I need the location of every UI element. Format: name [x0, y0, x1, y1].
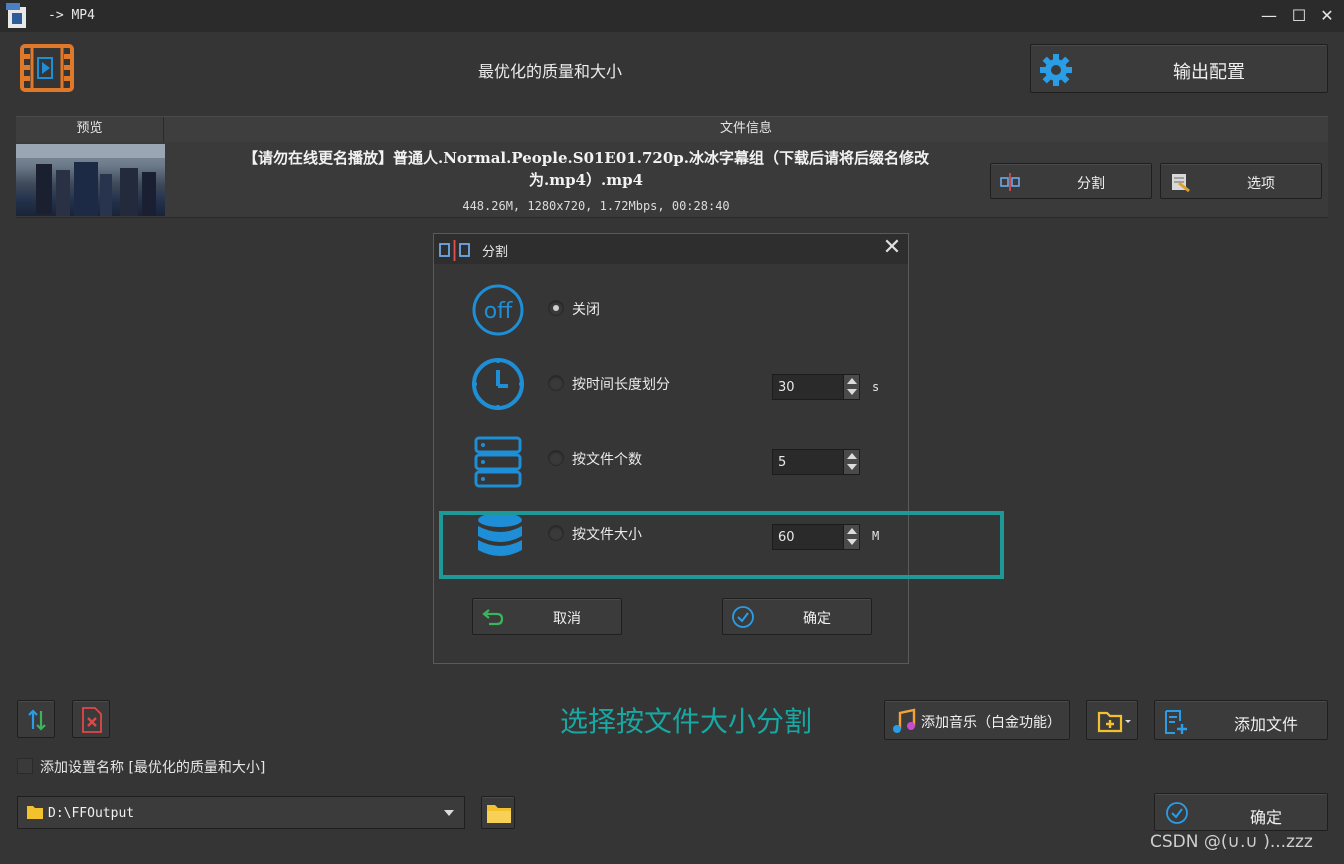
annotation-caption: 选择按文件大小分割 [560, 705, 813, 738]
app-icon [6, 3, 26, 28]
video-thumbnail [16, 144, 165, 216]
video-format-icon [20, 44, 74, 92]
radio-by-count[interactable] [548, 450, 564, 466]
check-circle-icon [732, 606, 754, 628]
option-label-by-count: 按文件个数 [572, 452, 642, 468]
file-name: 【请勿在线更名播放】普通人.Normal.People.S01E01.720p.… [243, 149, 929, 189]
add-file-label: 添加文件 [1233, 715, 1298, 734]
output-config-label: 输出配置 [1173, 62, 1245, 83]
add-folder-button[interactable] [1086, 700, 1138, 740]
cancel-button[interactable]: 取消 [472, 598, 622, 635]
undo-icon [482, 609, 504, 626]
output-config-button[interactable]: 输出配置 [1030, 44, 1328, 93]
dialog-title-bar: 分割 ✕ [434, 234, 908, 264]
server-stack-icon [474, 436, 522, 488]
split-icon [1000, 173, 1020, 191]
ok-label: 确定 [1249, 808, 1282, 827]
remove-file-icon [82, 707, 102, 733]
spin-arrows[interactable] [843, 450, 859, 474]
radio-by-time[interactable] [548, 375, 564, 391]
window-title: -> MP4 [48, 8, 95, 23]
add-file-button[interactable]: 添加文件 [1154, 700, 1328, 740]
confirm-label: 确定 [803, 611, 831, 627]
file-meta: 448.26M, 1280x720, 1.72Mbps, 00:28:40 [462, 199, 730, 213]
split-icon [439, 240, 470, 261]
music-note-icon [893, 708, 916, 733]
chevron-down-icon[interactable] [444, 810, 454, 816]
clock-icon [472, 358, 524, 410]
title-bar: -> MP4 — ☐ ✕ [0, 0, 1344, 32]
spin-arrows[interactable] [843, 375, 859, 399]
split-dialog: 分割 ✕ off 关闭 按时间长度划分 30 s 按文件个数 5 按文件大小 6… [433, 233, 909, 664]
split-button[interactable]: 分割 [990, 163, 1152, 199]
cancel-label: 取消 [553, 611, 581, 627]
add-music-button[interactable]: 添加音乐（白金功能） [884, 700, 1070, 740]
radio-off[interactable] [548, 300, 564, 316]
output-path-select[interactable]: D:\FFOutput [17, 796, 465, 829]
add-music-label: 添加音乐（白金功能） [921, 715, 1061, 731]
options-label: 选项 [1247, 176, 1275, 192]
time-unit: s [872, 380, 880, 394]
output-path-value: D:\FFOutput [48, 806, 135, 821]
column-header-file-info: 文件信息 [719, 121, 772, 136]
time-spinbox[interactable]: 30 [772, 374, 860, 400]
option-label-off: 关闭 [572, 302, 600, 318]
highlight-box [439, 511, 1004, 579]
folder-add-icon [1097, 711, 1131, 733]
split-label: 分割 [1077, 176, 1105, 192]
profile-title: 最优化的质量和大小 [477, 62, 622, 81]
sort-button[interactable] [17, 700, 55, 738]
add-file-icon [1165, 710, 1187, 734]
dialog-title: 分割 [482, 245, 509, 260]
minimize-icon[interactable]: — [1254, 4, 1284, 28]
remove-button[interactable] [72, 700, 110, 738]
settings-tools-icon [1172, 174, 1190, 193]
column-header-preview: 预览 [16, 117, 164, 142]
maximize-icon[interactable]: ☐ [1284, 4, 1314, 28]
svg-text:off: off [484, 299, 513, 324]
options-button[interactable]: 选项 [1160, 163, 1322, 199]
check-circle-icon [1166, 802, 1188, 824]
watermark: CSDN @(∪.∪ )...zzz [1150, 832, 1313, 852]
off-icon: off [472, 284, 524, 336]
count-value: 5 [778, 455, 787, 470]
confirm-button[interactable]: 确定 [722, 598, 872, 635]
browse-folder-button[interactable] [481, 796, 515, 829]
folder-icon [27, 806, 43, 819]
option-label-by-time: 按时间长度划分 [572, 377, 670, 393]
time-value: 30 [778, 380, 795, 395]
file-table-header: 预览 文件信息 [16, 116, 1328, 142]
count-spinbox[interactable]: 5 [772, 449, 860, 475]
add-name-checkbox-label: 添加设置名称 [最优化的质量和大小] [40, 760, 266, 776]
gear-icon [1040, 54, 1072, 86]
ok-button[interactable]: 确定 [1154, 793, 1328, 831]
folder-icon [487, 805, 511, 823]
close-icon[interactable]: ✕ [1312, 4, 1342, 28]
add-name-checkbox[interactable] [17, 758, 33, 774]
sort-icon [28, 709, 46, 731]
close-icon[interactable]: ✕ [880, 237, 904, 261]
